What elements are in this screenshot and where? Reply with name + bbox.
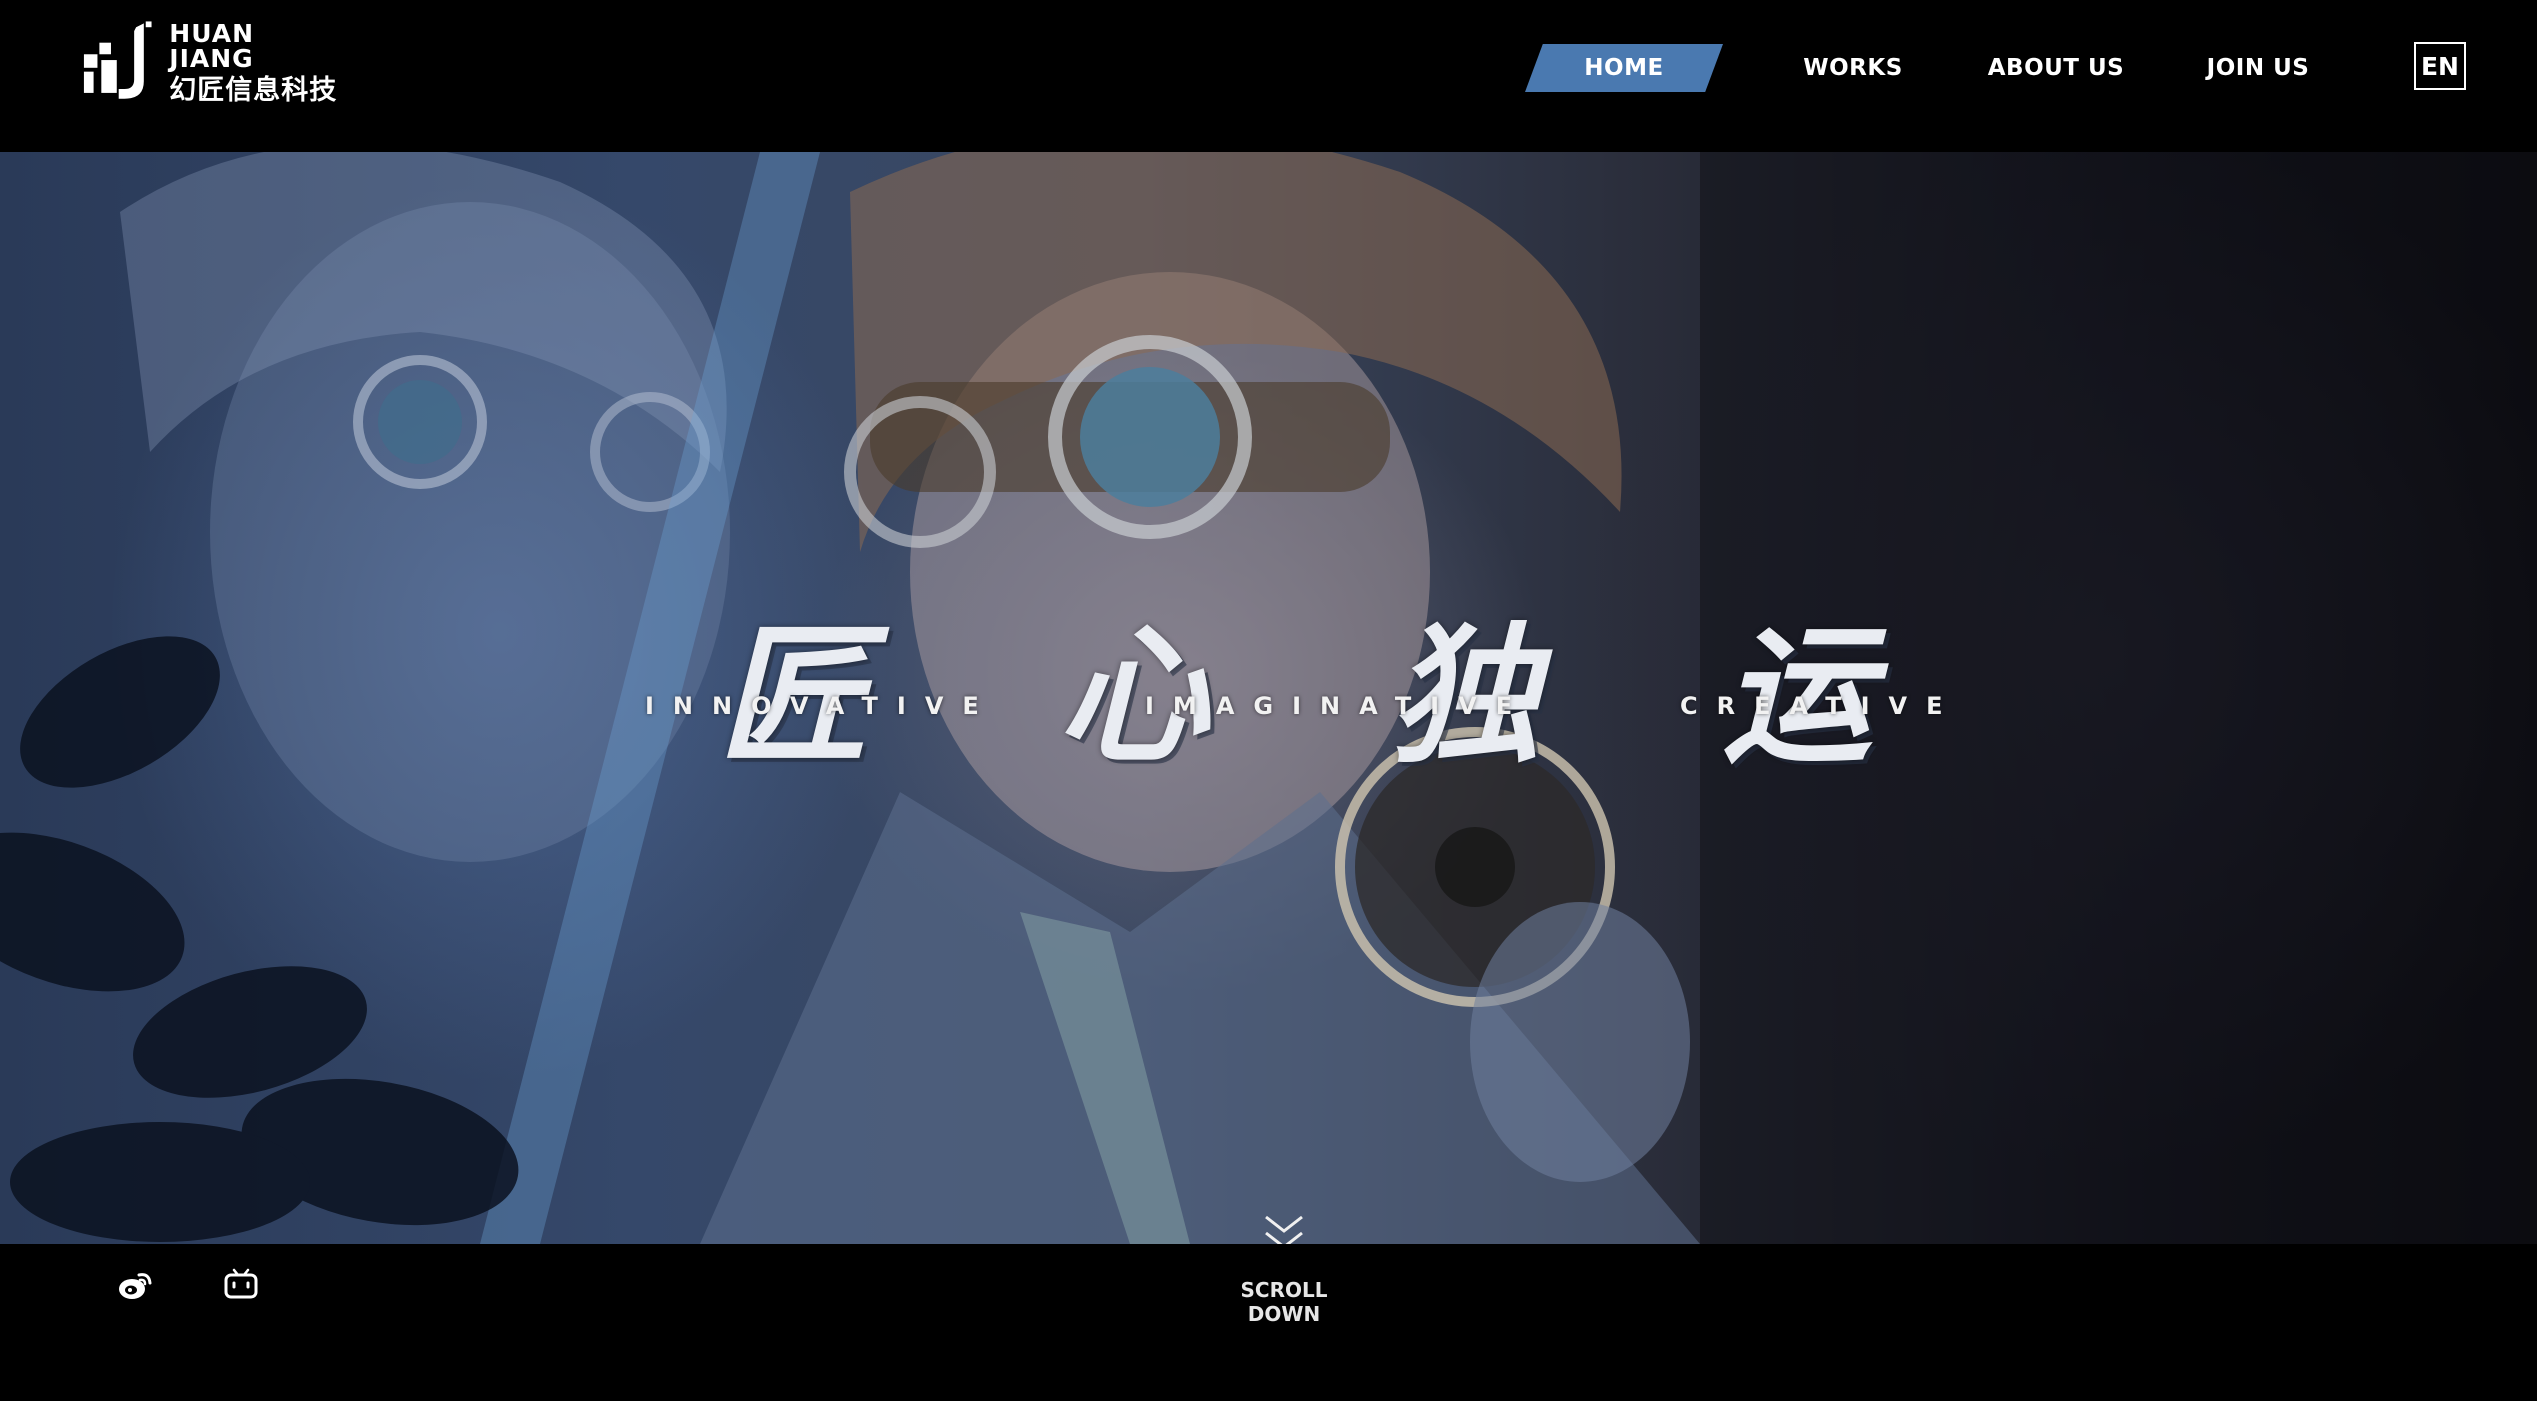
bilibili-icon[interactable]: [223, 1267, 259, 1303]
slogan-word-innovative: INNOVATIVE: [645, 692, 998, 720]
nav-item-works[interactable]: WORKS: [1758, 44, 1948, 92]
slogan-word-creative: CREATIVE: [1680, 692, 1962, 720]
brand-name-en: HUAN JIANG: [169, 18, 254, 73]
nav-item-label: ABOUT US: [1987, 55, 2125, 81]
hero-banner: 匠 心 独 运 INNOVATIVE IMAGINATIVE CREATIVE: [0, 152, 2537, 1244]
hj-logo-icon: [83, 21, 152, 99]
double-chevron-down-icon[interactable]: [1262, 1213, 1306, 1244]
site-header: HUAN JIANG 幻匠信息科技 HOME WORKS ABOUT US JO…: [0, 0, 2537, 152]
nav-item-label: WORKS: [1803, 55, 1903, 81]
slogan-word-imaginative: IMAGINATIVE: [1145, 692, 1532, 720]
nav-item-home[interactable]: HOME: [1525, 44, 1723, 92]
nav-item-label: HOME: [1584, 55, 1664, 81]
page: HUAN JIANG 幻匠信息科技 HOME WORKS ABOUT US JO…: [0, 0, 2537, 1401]
scroll-down-label[interactable]: SCROLL DOWN: [1212, 1278, 1356, 1326]
nav-item-join-us[interactable]: JOIN US: [2163, 44, 2353, 92]
brand-name-cn: 幻匠信息科技: [169, 74, 338, 106]
brand-text: HUAN JIANG 幻匠信息科技: [169, 21, 342, 104]
weibo-icon[interactable]: [117, 1267, 153, 1303]
site-footer: SCROLL DOWN: [0, 1244, 2537, 1401]
brand-logo[interactable]: HUAN JIANG 幻匠信息科技: [82, 20, 342, 104]
nav-item-about-us[interactable]: ABOUT US: [1961, 44, 2151, 92]
language-toggle-button[interactable]: EN: [2414, 42, 2466, 90]
nav-item-label: JOIN US: [2206, 55, 2310, 81]
